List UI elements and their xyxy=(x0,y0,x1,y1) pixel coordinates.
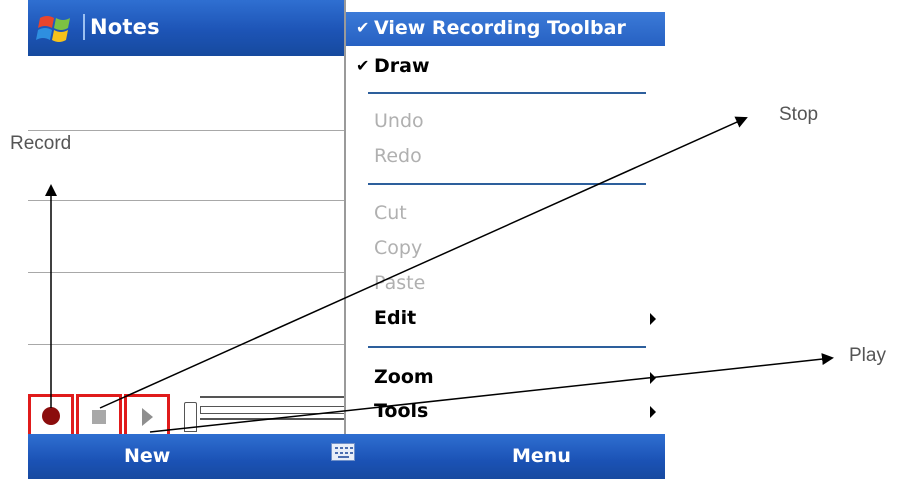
stop-annotation-arrow xyxy=(99,116,748,409)
annotation-arrows xyxy=(45,116,834,433)
play-annotation-arrow xyxy=(149,353,834,433)
